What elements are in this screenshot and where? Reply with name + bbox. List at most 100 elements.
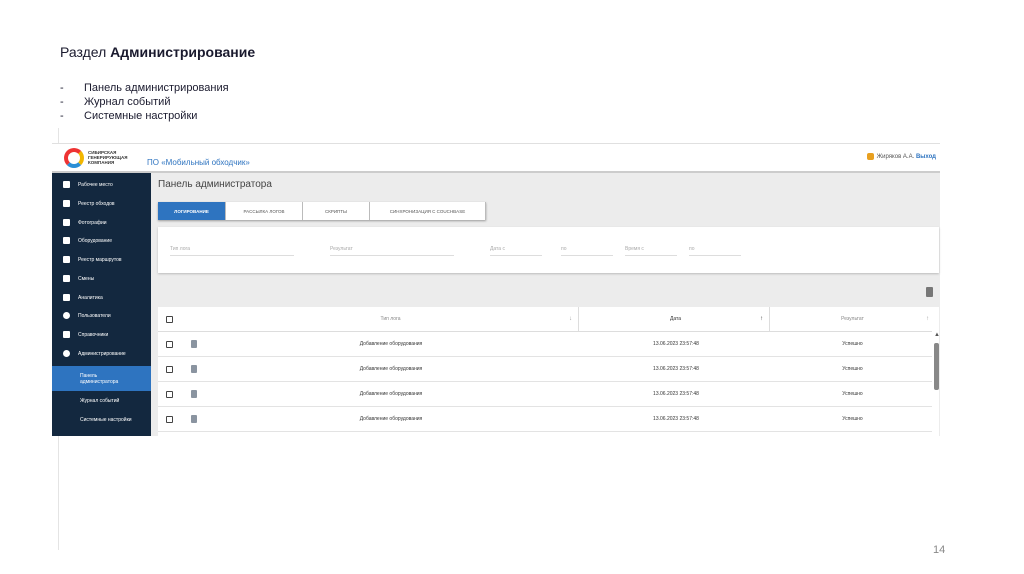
column-header-result[interactable]: Результат ↑ xyxy=(770,307,935,331)
sidebar-label: Рабочее место xyxy=(78,181,113,188)
user-icon xyxy=(63,312,70,319)
clipboard-icon[interactable] xyxy=(191,340,197,348)
cell-result: Успешно xyxy=(842,391,863,397)
sidebar-subitem-admin-panel[interactable]: Панель администратора xyxy=(52,366,151,391)
slide-title: Раздел Администрирование xyxy=(60,44,255,60)
sidebar-subitem-event-log[interactable]: Журнал событий xyxy=(52,391,151,410)
app-header: СИБИРСКАЯ ГЕНЕРИРУЮЩАЯ КОМПАНИЯ ПО «Моби… xyxy=(52,144,940,173)
trash-icon[interactable] xyxy=(926,287,933,297)
title-bold: Администрирование xyxy=(110,44,256,60)
cell-type: Добавление оборудования xyxy=(359,416,423,422)
row-checkbox[interactable] xyxy=(166,366,173,373)
sidebar-item-routes[interactable]: Реестр маршрутов xyxy=(52,250,151,269)
cell-date: 13.06.2023 23:57:48 xyxy=(653,416,699,422)
sidebar-label: Фотографии xyxy=(78,219,107,226)
cell-type: Добавление оборудования xyxy=(359,391,423,397)
logo-text: СИБИРСКАЯ ГЕНЕРИРУЮЩАЯ КОМПАНИЯ xyxy=(88,150,128,165)
sidebar-item-workplace[interactable]: Рабочее место xyxy=(52,175,151,194)
table-row[interactable]: Добавление оборудования 13.06.2023 23:57:… xyxy=(158,407,932,432)
home-icon xyxy=(63,181,70,188)
time-from-field[interactable]: Время с xyxy=(625,246,677,256)
sort-up-icon[interactable]: ↑ xyxy=(760,316,763,322)
page-number: 14 xyxy=(933,544,946,556)
result-filter[interactable]: Результат xyxy=(330,246,454,256)
sidebar-label: Оборудование xyxy=(78,237,113,244)
title-prefix: Раздел xyxy=(60,44,107,60)
sidebar-label: Пользователи xyxy=(78,312,111,319)
bullet-text: Системные настройки xyxy=(84,110,198,122)
header-label: Тип лога xyxy=(380,316,401,322)
sidebar-item-analytics[interactable]: Аналитика xyxy=(52,288,151,307)
table-row[interactable]: Добавление оборудования 13.06.2023 23:57:… xyxy=(158,332,932,357)
sidebar-label: Реестр обходов xyxy=(78,200,115,207)
row-checkbox[interactable] xyxy=(166,341,173,348)
main-content: Панель администратора ЛОГИРОВАНИЕ РАССЫЛ… xyxy=(151,173,940,436)
clipboard-icon[interactable] xyxy=(191,415,197,423)
column-header-type[interactable]: Тип лога ↓ xyxy=(203,307,579,331)
bullet-text: Панель администрирования xyxy=(84,82,229,94)
filter-panel: Тип лога Результат Дата с по Время с по xyxy=(158,227,939,273)
clipboard-icon[interactable] xyxy=(191,365,197,373)
tab-log-mailing[interactable]: РАССЫЛКА ЛОГОВ xyxy=(226,202,303,220)
tab-couchbase-sync[interactable]: СИНХРОНИЗАЦИЯ С COUCHBASE xyxy=(370,202,486,220)
row-checkbox[interactable] xyxy=(166,391,173,398)
sidebar-item-equipment[interactable]: Оборудование xyxy=(52,231,151,250)
sidebar-item-photos[interactable]: Фотографии xyxy=(52,213,151,232)
sidebar-label: Панель администратора xyxy=(80,372,119,385)
tab-bar: ЛОГИРОВАНИЕ РАССЫЛКА ЛОГОВ СКРИПТЫ СИНХР… xyxy=(158,202,486,220)
sidebar-item-references[interactable]: Справочники xyxy=(52,325,151,344)
user-area: Жиряков А.А. Выход xyxy=(866,153,936,160)
scroll-up-icon[interactable]: ▲ xyxy=(934,332,940,338)
sort-icon[interactable]: ↑ xyxy=(926,316,929,322)
tab-scripts[interactable]: СКРИПТЫ xyxy=(303,202,370,220)
logout-link[interactable]: Выход xyxy=(916,154,936,160)
sidebar-item-shifts[interactable]: Смены xyxy=(52,269,151,288)
time-to-field[interactable]: по xyxy=(689,246,741,256)
sidebar-label: Смены xyxy=(78,275,95,282)
clipboard-icon xyxy=(63,200,70,207)
table-row[interactable]: Добавление оборудования 13.06.2023 23:57:… xyxy=(158,382,932,407)
camera-icon xyxy=(63,219,70,226)
header-label: Дата xyxy=(669,316,682,322)
sidebar-label: Аналитика xyxy=(78,294,103,301)
log-type-filter[interactable]: Тип лога xyxy=(170,246,294,256)
column-header-date[interactable]: Дата ↑ xyxy=(582,307,770,331)
sidebar-label: Системные настройки xyxy=(80,416,132,423)
cell-date: 13.06.2023 23:57:48 xyxy=(653,391,699,397)
sidebar-item-admin[interactable]: Администрирование xyxy=(52,344,151,363)
sidebar: Рабочее место Реестр обходов Фотографии … xyxy=(52,173,151,436)
date-to-field[interactable]: по xyxy=(561,246,613,256)
sidebar-label: Администрирование xyxy=(78,350,126,357)
list-icon xyxy=(63,275,70,282)
cell-type: Добавление оборудования xyxy=(359,341,423,347)
cell-result: Успешно xyxy=(842,341,863,347)
header-label: Результат xyxy=(841,316,864,322)
sidebar-item-users[interactable]: Пользователи xyxy=(52,306,151,325)
tab-logging[interactable]: ЛОГИРОВАНИЕ xyxy=(158,202,226,220)
sort-icon[interactable]: ↓ xyxy=(569,316,572,322)
sidebar-label: Справочники xyxy=(78,331,109,338)
clipboard-icon[interactable] xyxy=(191,390,197,398)
row-checkbox[interactable] xyxy=(166,416,173,423)
bullet: - Панель администрирования xyxy=(60,82,229,94)
equipment-icon xyxy=(63,237,70,244)
book-icon xyxy=(63,331,70,338)
gear-icon xyxy=(63,350,70,357)
product-name: ПО «Мобильный обходчик» xyxy=(147,158,250,167)
table-header: Тип лога ↓ Дата ↑ Результат ↑ xyxy=(158,307,932,332)
sidebar-subitem-system-settings[interactable]: Системные настройки xyxy=(52,410,151,429)
bullet: - Системные настройки xyxy=(60,110,198,122)
table-row[interactable]: Добавление оборудования 13.06.2023 23:57:… xyxy=(158,357,932,382)
bullet-text: Журнал событий xyxy=(84,96,171,108)
logo-icon xyxy=(64,148,84,168)
map-icon xyxy=(63,256,70,263)
bullet: - Журнал событий xyxy=(60,96,171,108)
sidebar-item-rounds[interactable]: Реестр обходов xyxy=(52,194,151,213)
cell-type: Добавление оборудования xyxy=(359,366,423,372)
cell-date: 13.06.2023 23:57:48 xyxy=(653,341,699,347)
date-from-field[interactable]: Дата с xyxy=(490,246,542,256)
select-all-checkbox[interactable] xyxy=(166,316,173,323)
cell-result: Успешно xyxy=(842,416,863,422)
page-title: Панель администратора xyxy=(158,179,272,190)
scrollbar[interactable] xyxy=(934,343,939,390)
